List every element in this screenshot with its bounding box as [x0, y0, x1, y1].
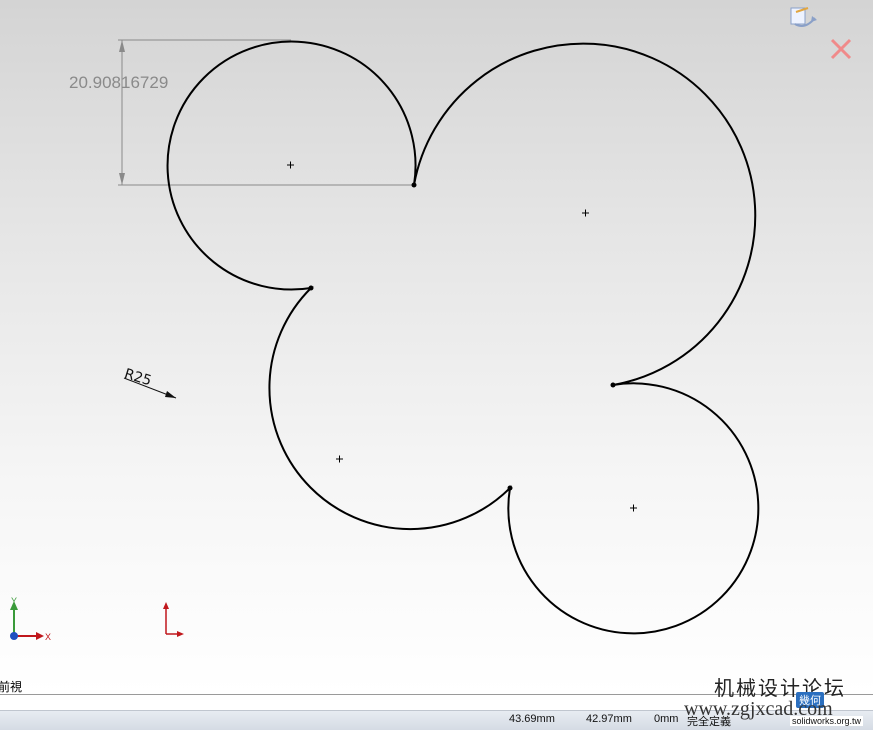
sketch-endpoint[interactable]: [507, 485, 513, 491]
sketch-endpoint[interactable]: [411, 182, 417, 188]
arc-center-point[interactable]: [336, 455, 343, 463]
sketch-endpoint[interactable]: [610, 382, 616, 388]
origin-icon[interactable]: [163, 602, 184, 637]
triad-icon: [10, 601, 44, 640]
sketch-profile[interactable]: [166, 40, 760, 635]
dimension-arrow-top: [119, 40, 125, 52]
arc-center-point[interactable]: [582, 209, 589, 217]
sketch-endpoint[interactable]: [308, 285, 314, 291]
triad-x-label: X: [45, 632, 51, 642]
watermark-forum-name: 机械设计论坛: [714, 676, 846, 700]
linear-dimension[interactable]: [118, 39, 414, 186]
confirm-corner-icon[interactable]: [790, 7, 817, 27]
status-z-coordinate: 0mm: [654, 713, 679, 725]
graphics-area[interactable]: Y X 20.90816729 R25 前視: [0, 0, 873, 694]
linear-dimension-value[interactable]: 20.90816729: [69, 73, 168, 93]
forum-watermark: 机械设计论坛 幾何 www.zgjxcad.com solidworks.org…: [684, 672, 873, 729]
sketch-canvas[interactable]: Y X: [0, 0, 873, 694]
triad-y-label: Y: [11, 596, 17, 606]
arc-center-point[interactable]: [630, 504, 637, 512]
status-x-coordinate: 43.69mm: [509, 713, 555, 725]
view-orientation-label: 前視: [0, 680, 23, 694]
cancel-corner-icon[interactable]: [830, 38, 852, 60]
watermark-site: solidworks.org.tw: [790, 716, 864, 726]
dimension-arrow-bottom: [119, 173, 125, 185]
arc-center-point[interactable]: [287, 161, 294, 169]
radius-arrow: [165, 391, 176, 398]
status-y-coordinate: 42.97mm: [586, 713, 632, 725]
